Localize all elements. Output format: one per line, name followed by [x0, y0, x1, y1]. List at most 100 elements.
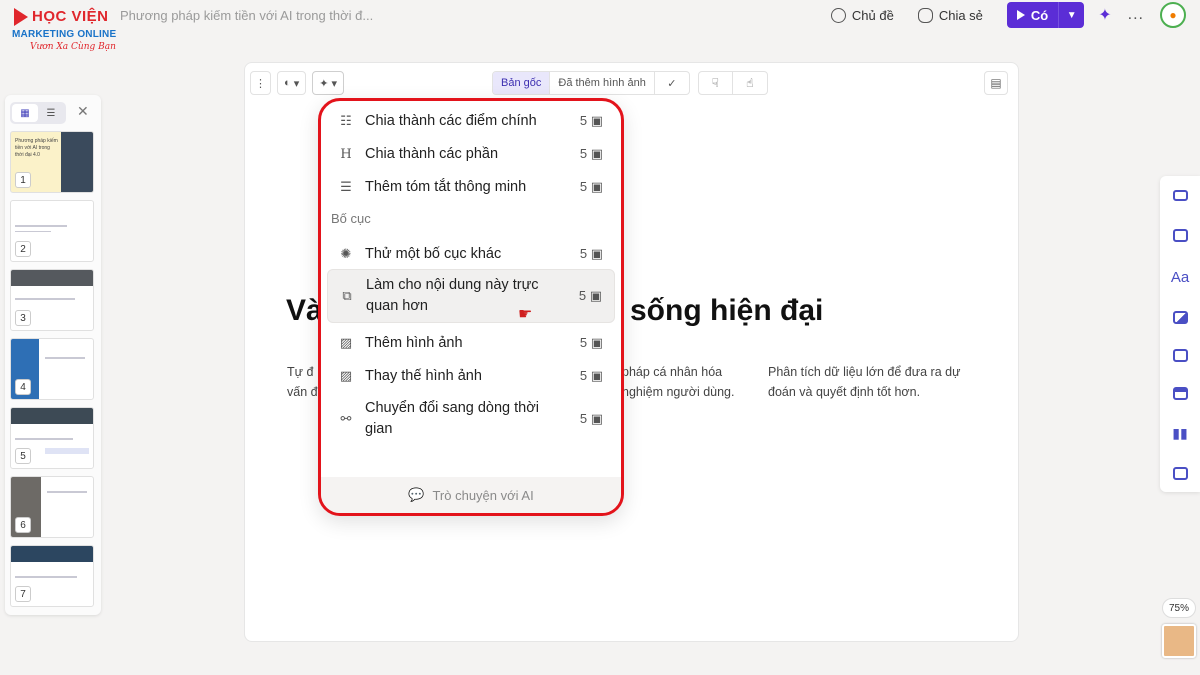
menu-item-timeline[interactable]: ⚯ Chuyển đổi sang dòng thời gian 5 ▣: [327, 397, 615, 441]
thumb-image: [11, 270, 93, 286]
present-label: Có: [1030, 7, 1049, 23]
ai-edit-button[interactable]: ✦ ▾: [312, 71, 345, 95]
menu-item-replace-image[interactable]: ▨ Thay thế hình ảnh 5 ▣: [327, 362, 615, 390]
images-added-tab[interactable]: Đã thêm hình ảnh: [550, 72, 655, 94]
chevron-down-icon: ▼: [1066, 9, 1077, 21]
present-dropdown[interactable]: ▼: [1058, 2, 1084, 28]
timeline-icon: ⚯: [340, 411, 352, 426]
slide-number: 5: [15, 448, 31, 464]
credit-count: 5 ▣: [579, 335, 603, 350]
top-bar: HỌC VIỆN MARKETING ONLINE Vươn Xa Cùng B…: [0, 0, 1200, 52]
theme-label: Chủ đề: [851, 7, 894, 23]
grid-view-icon[interactable]: ▦: [12, 104, 38, 122]
slide-thumb-6[interactable]: 6: [10, 476, 94, 538]
logo-line3: Vươn Xa Cùng Bạn: [30, 42, 116, 52]
video-icon[interactable]: [1171, 346, 1189, 364]
thumbs-up-icon[interactable]: ☝: [733, 72, 767, 94]
version-toolbar: Bản gốc Đã thêm hình ảnh ✓ ☟ ☝: [492, 71, 768, 95]
slide-number: 6: [15, 517, 31, 533]
chart-icon[interactable]: ▮▮: [1171, 424, 1189, 442]
section-label-layout: Bố cục: [331, 211, 371, 226]
slide-thumb-5[interactable]: 5: [10, 407, 94, 469]
palette-icon: [830, 7, 846, 23]
slide-thumb-1[interactable]: Phương pháp kiếm tiền với AI trong thời …: [10, 131, 94, 193]
close-icon[interactable]: ✕: [77, 103, 89, 120]
credit-count: 5 ▣: [579, 411, 603, 426]
form-icon[interactable]: [1171, 464, 1189, 482]
thumb-image: [11, 546, 93, 562]
drag-handle-icon[interactable]: ⋮: [250, 71, 271, 95]
slide-thumb-3[interactable]: 3: [10, 269, 94, 331]
image-icon[interactable]: [1171, 308, 1189, 326]
menu-label: Chuyển đổi sang dòng thời gian: [365, 400, 539, 437]
menu-label: Thử một bố cục khác: [365, 245, 502, 262]
thumb-text-line: [15, 438, 73, 440]
document-title[interactable]: Phương pháp kiếm tiền với AI trong thời …: [120, 8, 373, 23]
menu-item-key-points[interactable]: ☷ Chia thành các điểm chính 5 ▣: [327, 107, 615, 135]
feedback-group: ☟ ☝: [697, 71, 768, 95]
thumb-text-line: [45, 357, 85, 359]
visual-icon: ⧉: [342, 288, 352, 303]
summary-icon: ☰: [340, 179, 352, 194]
card-style-button[interactable]: ◐ ▾: [277, 71, 307, 95]
thumb-text-line: [45, 448, 89, 454]
more-menu-icon[interactable]: ...: [1128, 6, 1144, 24]
slide-thumb-4[interactable]: 4: [10, 338, 94, 400]
slide-thumb-2[interactable]: 2: [10, 200, 94, 262]
menu-item-sections[interactable]: H Chia thành các phần 5 ▣: [327, 140, 615, 168]
credit-count: 5 ▣: [579, 179, 603, 194]
layout-icon[interactable]: [1171, 226, 1189, 244]
share-button[interactable]: Chia sẻ: [910, 2, 991, 28]
slide-number: 1: [15, 172, 31, 188]
slide-text-col2[interactable]: pháp cá nhân hóa nghiệm người dùng.: [622, 362, 734, 402]
credit-count: 5 ▣: [579, 246, 603, 261]
menu-label: Chia thành các điểm chính: [365, 112, 537, 129]
menu-item-smart-summary[interactable]: ☰ Thêm tóm tắt thông minh 5 ▣: [327, 173, 615, 201]
play-icon: [1016, 10, 1025, 20]
slide-number: 4: [15, 379, 31, 395]
menu-item-add-image[interactable]: ▨ Thêm hình ảnh 5 ▣: [327, 329, 615, 357]
thumbs-down-icon[interactable]: ☟: [699, 72, 733, 94]
menu-item-more-visual[interactable]: ⧉ Làm cho nội dung này trực quan hơn 5 ▣: [327, 269, 615, 323]
present-main[interactable]: Có: [1007, 2, 1058, 28]
avatar[interactable]: ●: [1160, 2, 1186, 28]
share-label: Chia sẻ: [938, 7, 983, 23]
col3-line1: Phân tích dữ liệu lớn để đưa ra dự: [768, 365, 961, 379]
logo: HỌC VIỆN MARKETING ONLINE Vươn Xa Cùng B…: [8, 4, 118, 52]
slide-number: 3: [15, 310, 31, 326]
original-tab[interactable]: Bản gốc: [493, 72, 551, 94]
mouse-pointer-icon: ☛: [518, 306, 533, 323]
menu-item-try-layout[interactable]: ✺ Thử một bố cục khác 5 ▣: [327, 240, 615, 268]
menu-label: Thêm hình ảnh: [365, 334, 463, 351]
thumb-text-line: [15, 231, 51, 232]
menu-label: Thêm tóm tắt thông minh: [365, 178, 527, 195]
add-card-icon[interactable]: [1171, 186, 1189, 204]
chat-with-ai-button[interactable]: 💬 Trò chuyện với AI: [321, 477, 621, 513]
text-style-icon[interactable]: Aa: [1171, 268, 1189, 286]
list-bullets-icon: ☷: [340, 113, 352, 128]
list-view-icon[interactable]: ☰: [38, 104, 64, 122]
zoom-level[interactable]: 75%: [1162, 598, 1196, 618]
present-button[interactable]: Có ▼: [1006, 2, 1085, 28]
slide-heading-right[interactable]: sống hiện đại: [630, 294, 823, 328]
palette-icon: ◐: [284, 77, 291, 89]
insert-toolbar: Aa ▮▮: [1160, 176, 1200, 492]
slide-text-col3[interactable]: Phân tích dữ liệu lớn để đưa ra dự đoán …: [768, 362, 960, 402]
embed-icon[interactable]: [1171, 384, 1189, 402]
thumb-text-line: [15, 298, 75, 300]
thumb-text-line: [15, 576, 77, 578]
image-replace-icon: ▨: [339, 368, 353, 383]
credit-count: 5 ▣: [578, 288, 602, 303]
version-group: Bản gốc Đã thêm hình ảnh ✓: [492, 71, 690, 95]
ai-sparkle-icon[interactable]: ✦: [1098, 5, 1111, 25]
notes-icon[interactable]: ▤: [984, 71, 1008, 95]
minimap[interactable]: [1162, 624, 1196, 658]
accept-check-icon[interactable]: ✓: [655, 72, 689, 94]
theme-button[interactable]: Chủ đề: [823, 2, 902, 28]
col2-line2: nghiệm người dùng.: [622, 385, 735, 399]
slide-text-col1[interactable]: Tự đ vấn đ: [287, 362, 318, 402]
col2-line1: pháp cá nhân hóa: [622, 365, 723, 379]
col1-line1: Tự đ: [287, 365, 314, 379]
slide-thumb-7[interactable]: 7: [10, 545, 94, 607]
credit-count: 5 ▣: [579, 368, 603, 383]
